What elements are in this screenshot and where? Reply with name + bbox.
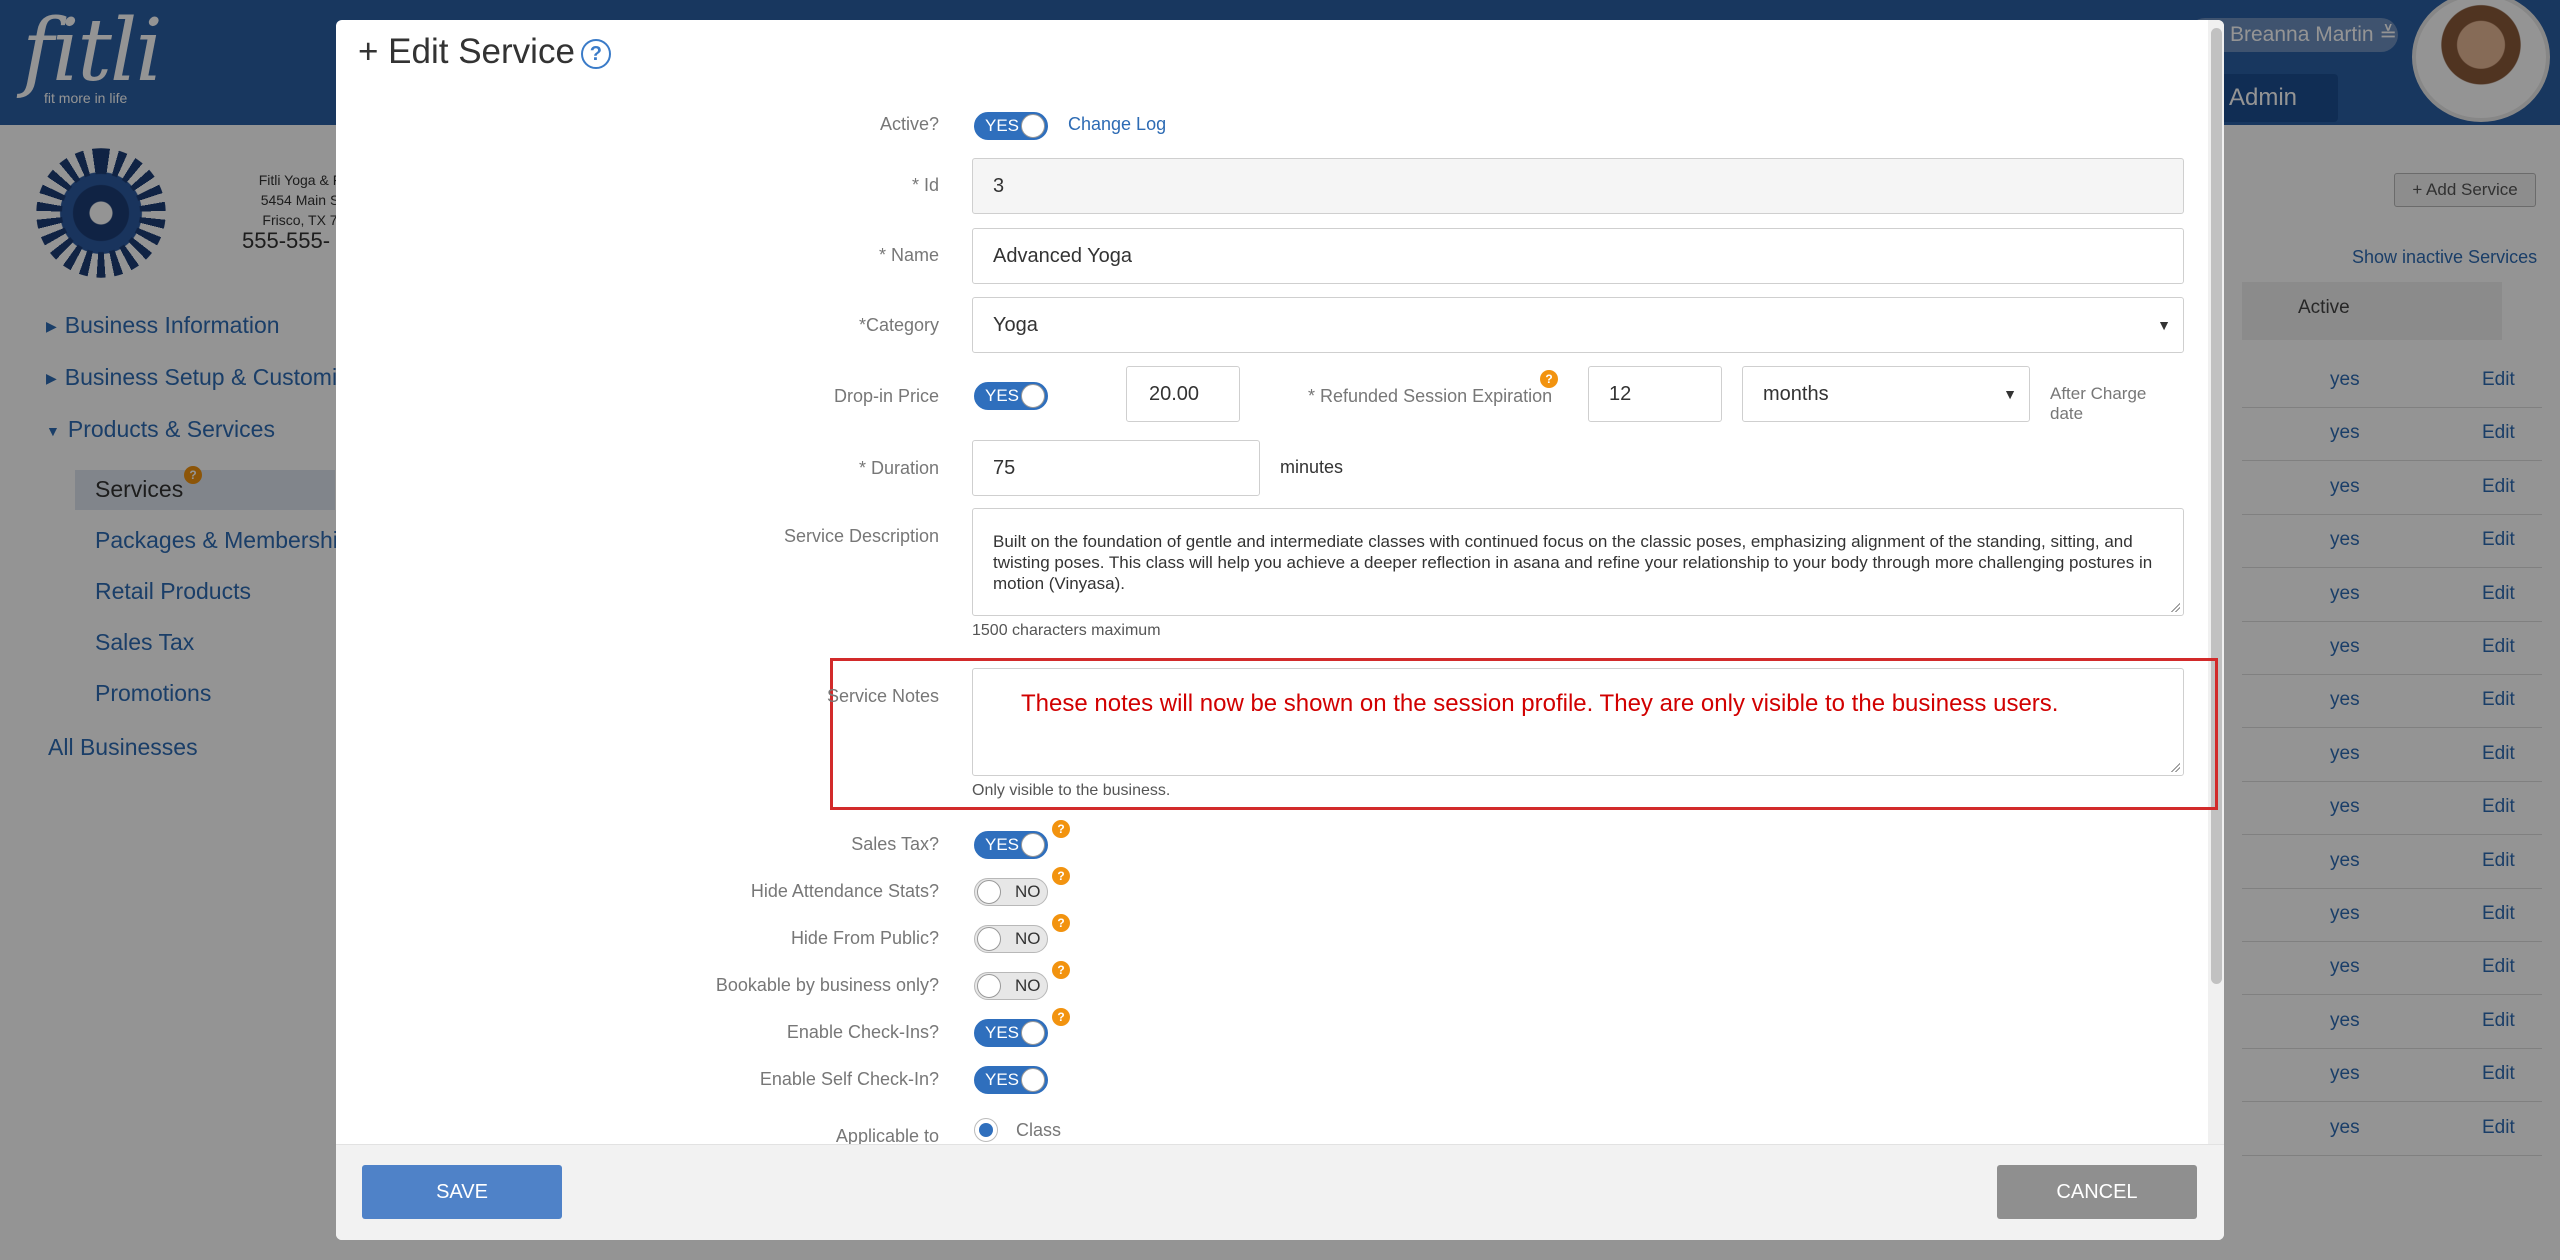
description-label: Service Description xyxy=(783,526,939,546)
modal-scrollbar-thumb[interactable] xyxy=(2211,28,2222,984)
service-notes-hint: Only visible to the business. xyxy=(972,782,1171,799)
expiration-unit-select[interactable]: months ▼ xyxy=(1742,366,2030,422)
drop-in-price-toggle[interactable]: YES xyxy=(974,382,1048,410)
service-notes-text: These notes will now be shown on the ses… xyxy=(1021,690,2059,717)
edit-service-modal: + Edit Service? Active? YES Change Log *… xyxy=(336,20,2224,1240)
expiration-unit-value: months xyxy=(1763,383,1829,405)
duration-field[interactable]: 75 xyxy=(972,440,1260,496)
toggle-state: YES xyxy=(985,116,1020,135)
toggle-knob xyxy=(1021,833,1045,857)
refunded-expiration-label: * Refunded Session Expiration xyxy=(1308,386,1553,406)
description-text: Built on the foundation of gentle and in… xyxy=(993,532,2153,593)
chevron-down-icon: ▼ xyxy=(2157,317,2171,333)
toggle-knob xyxy=(1021,1021,1045,1045)
help-badge-icon[interactable]: ? xyxy=(1052,867,1070,885)
sales-tax-label: Sales Tax? xyxy=(851,834,939,854)
help-badge-icon[interactable]: ? xyxy=(1052,914,1070,932)
refunded-expiration-field[interactable]: 12 xyxy=(1588,366,1722,422)
toggle-state: NO xyxy=(1015,882,1041,901)
applicable-class-label: Class xyxy=(1016,1120,1062,1140)
service-notes-textarea[interactable]: These notes will now be shown on the ses… xyxy=(972,668,2184,776)
duration-unit: minutes xyxy=(1280,457,1344,477)
help-badge-icon[interactable]: ? xyxy=(1052,820,1070,838)
toggle-state: YES xyxy=(985,835,1020,854)
enable-self-check-in-toggle[interactable]: YES xyxy=(974,1066,1048,1094)
toggle-state: YES xyxy=(985,1023,1020,1042)
enable-self-check-in-label: Enable Self Check-In? xyxy=(759,1069,939,1089)
bookable-by-business-label: Bookable by business only? xyxy=(715,975,939,995)
help-badge-icon[interactable]: ? xyxy=(1540,370,1558,388)
modal-title: + Edit Service? xyxy=(358,32,611,72)
applicable-class-radio[interactable] xyxy=(974,1118,998,1142)
toggle-knob xyxy=(977,974,1001,998)
toggle-knob xyxy=(977,927,1001,951)
cancel-button[interactable]: CANCEL xyxy=(1997,1165,2197,1219)
hide-from-public-toggle[interactable]: NO xyxy=(974,925,1048,953)
active-label: Active? xyxy=(879,114,939,134)
save-button[interactable]: SAVE xyxy=(362,1165,562,1219)
sales-tax-toggle[interactable]: YES xyxy=(974,831,1048,859)
modal-footer: SAVE CANCEL xyxy=(336,1144,2224,1240)
hide-from-public-label: Hide From Public? xyxy=(790,928,939,948)
toggle-state: YES xyxy=(985,1070,1020,1089)
id-label: * Id xyxy=(911,175,939,195)
after-charge-note: After Charge date xyxy=(2050,384,2147,423)
modal-title-text: + Edit Service xyxy=(358,32,575,71)
toggle-state: NO xyxy=(1015,929,1041,948)
id-field: 3 xyxy=(972,158,2184,214)
category-select[interactable]: Yoga ▼ xyxy=(972,297,2184,353)
help-badge-icon[interactable]: ? xyxy=(1052,961,1070,979)
hide-attendance-toggle[interactable]: NO xyxy=(974,878,1048,906)
help-badge-icon[interactable]: ? xyxy=(1052,1008,1070,1026)
category-label: *Category xyxy=(858,315,939,335)
drop-in-price-label: Drop-in Price xyxy=(833,386,939,406)
toggle-knob xyxy=(1021,384,1045,408)
drop-in-price-field[interactable]: 20.00 xyxy=(1126,366,1240,422)
resize-handle-icon[interactable] xyxy=(2170,762,2180,772)
chevron-down-icon: ▼ xyxy=(2003,386,2017,402)
category-value: Yoga xyxy=(993,314,1038,336)
toggle-state: NO xyxy=(1015,976,1041,995)
toggle-knob xyxy=(1021,114,1045,138)
name-label: * Name xyxy=(878,245,939,265)
resize-handle-icon[interactable] xyxy=(2170,602,2180,612)
toggle-knob xyxy=(977,880,1001,904)
toggle-state: YES xyxy=(985,386,1020,405)
duration-label: * Duration xyxy=(858,458,939,478)
toggle-knob xyxy=(1021,1068,1045,1092)
service-notes-label: Service Notes xyxy=(826,686,939,706)
enable-check-ins-toggle[interactable]: YES xyxy=(974,1019,1048,1047)
active-toggle[interactable]: YES xyxy=(974,112,1048,140)
name-field[interactable]: Advanced Yoga xyxy=(972,228,2184,284)
hide-attendance-label: Hide Attendance Stats? xyxy=(750,881,939,901)
enable-check-ins-label: Enable Check-Ins? xyxy=(786,1022,939,1042)
description-hint: 1500 characters maximum xyxy=(972,622,1161,639)
change-log-link[interactable]: Change Log xyxy=(1068,114,1166,135)
description-textarea[interactable]: Built on the foundation of gentle and in… xyxy=(972,508,2184,616)
bookable-by-business-toggle[interactable]: NO xyxy=(974,972,1048,1000)
help-circle-icon[interactable]: ? xyxy=(580,38,611,69)
